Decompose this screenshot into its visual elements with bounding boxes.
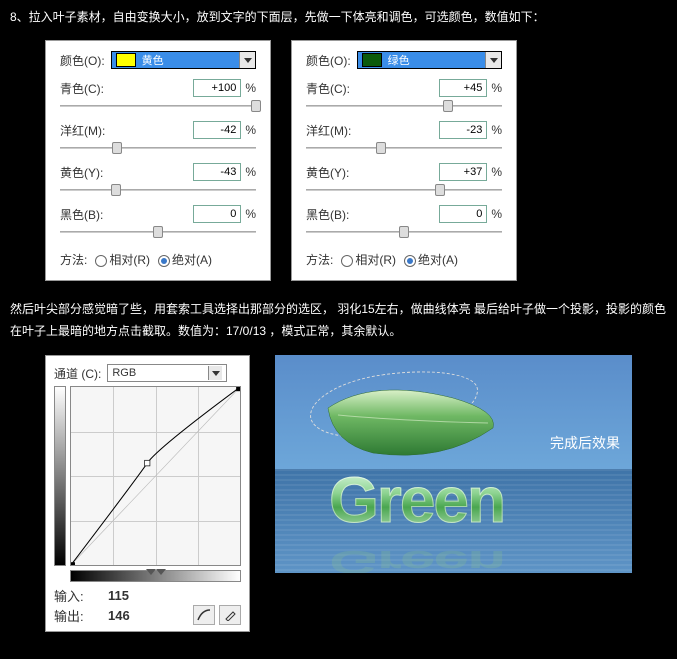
percent-label: % bbox=[245, 123, 256, 137]
leaf-icon bbox=[323, 383, 503, 463]
step-text: 8、拉入叶子素材，自由变换大小，放到文字的下面层，先做一下体亮和调色，可选颜色，… bbox=[10, 10, 545, 24]
pencil-icon bbox=[224, 609, 236, 621]
black-input[interactable] bbox=[439, 205, 487, 223]
cyan-slider[interactable] bbox=[60, 99, 256, 113]
curve-line-icon bbox=[71, 387, 240, 565]
percent-label: % bbox=[245, 207, 256, 221]
percent-label: % bbox=[245, 165, 256, 179]
black-slider[interactable] bbox=[60, 225, 256, 239]
channel-dropdown[interactable]: RGB bbox=[107, 364, 227, 382]
swatch-icon bbox=[362, 53, 382, 67]
relative-radio[interactable]: 相对(R) bbox=[95, 251, 150, 268]
percent-label: % bbox=[245, 81, 256, 95]
channel-label: 通道 (C): bbox=[54, 365, 101, 382]
magenta-slider[interactable] bbox=[306, 141, 502, 155]
yellow-label: 黄色(Y): bbox=[60, 164, 103, 181]
cyan-input[interactable] bbox=[439, 79, 487, 97]
pencil-tool-button[interactable] bbox=[219, 605, 241, 625]
percent-label: % bbox=[491, 165, 502, 179]
chevron-down-icon[interactable] bbox=[485, 52, 501, 68]
yellow-input[interactable] bbox=[439, 163, 487, 181]
cyan-label: 青色(C): bbox=[306, 80, 350, 97]
black-label: 黑色(B): bbox=[306, 206, 349, 223]
output-gradient-strip bbox=[54, 386, 66, 566]
color-label: 颜色(O): bbox=[60, 52, 105, 69]
selective-color-panels: 颜色(O): 黄色 青色(C): % 洋红(M): % bbox=[0, 35, 677, 291]
magenta-input[interactable] bbox=[439, 121, 487, 139]
yellow-label: 黄色(Y): bbox=[306, 164, 349, 181]
text-reflection: Green bbox=[329, 544, 504, 574]
chevron-down-icon[interactable] bbox=[239, 52, 255, 68]
channel-value: RGB bbox=[112, 367, 136, 379]
swatch-icon bbox=[116, 53, 136, 67]
color-name: 黄色 bbox=[140, 52, 239, 68]
output-label: 输出: bbox=[54, 606, 102, 625]
curve-tool-button[interactable] bbox=[193, 605, 215, 625]
curves-grid[interactable] bbox=[70, 386, 241, 566]
method-label: 方法: bbox=[60, 251, 87, 268]
cyan-slider[interactable] bbox=[306, 99, 502, 113]
magenta-label: 洋红(M): bbox=[306, 122, 351, 139]
black-input[interactable] bbox=[193, 205, 241, 223]
magenta-label: 洋红(M): bbox=[60, 122, 105, 139]
percent-label: % bbox=[491, 123, 502, 137]
black-slider[interactable] bbox=[306, 225, 502, 239]
result-caption: 完成后效果 bbox=[550, 433, 620, 453]
yellow-slider[interactable] bbox=[306, 183, 502, 197]
selective-color-panel-yellow: 颜色(O): 黄色 青色(C): % 洋红(M): % bbox=[45, 40, 271, 281]
color-label: 颜色(O): bbox=[306, 52, 351, 69]
green-text-effect: Green bbox=[329, 463, 504, 537]
magenta-input[interactable] bbox=[193, 121, 241, 139]
black-label: 黑色(B): bbox=[60, 206, 103, 223]
midpoint-handle-icon[interactable] bbox=[146, 569, 166, 575]
input-label: 输入: bbox=[54, 586, 102, 605]
result-preview: Green Green 完成后效果 bbox=[275, 355, 632, 573]
percent-label: % bbox=[491, 207, 502, 221]
absolute-radio[interactable]: 绝对(A) bbox=[404, 251, 458, 268]
step-description: 8、拉入叶子素材，自由变换大小，放到文字的下面层，先做一下体亮和调色，可选颜色，… bbox=[0, 0, 677, 35]
percent-label: % bbox=[491, 81, 502, 95]
cyan-input[interactable] bbox=[193, 79, 241, 97]
curve-icon bbox=[197, 609, 211, 621]
yellow-input[interactable] bbox=[193, 163, 241, 181]
curves-panel: 通道 (C): RGB bbox=[45, 355, 250, 632]
yellow-slider[interactable] bbox=[60, 183, 256, 197]
color-dropdown[interactable]: 绿色 bbox=[357, 51, 502, 69]
output-value: 146 bbox=[108, 608, 130, 623]
method-label: 方法: bbox=[306, 251, 333, 268]
selective-color-panel-green: 颜色(O): 绿色 青色(C): % 洋红(M): % bbox=[291, 40, 517, 281]
notes-paragraph: 然后叶尖部分感觉暗了些，用套索工具选择出那部分的选区， 羽化15左右，做曲线体亮… bbox=[0, 291, 677, 350]
absolute-radio[interactable]: 绝对(A) bbox=[158, 251, 212, 268]
cyan-label: 青色(C): bbox=[60, 80, 104, 97]
bottom-content: 通道 (C): RGB bbox=[0, 350, 677, 642]
input-value: 115 bbox=[108, 588, 129, 603]
color-name: 绿色 bbox=[386, 52, 485, 68]
input-gradient-strip bbox=[70, 570, 241, 582]
magenta-slider[interactable] bbox=[60, 141, 256, 155]
relative-radio[interactable]: 相对(R) bbox=[341, 251, 396, 268]
color-dropdown[interactable]: 黄色 bbox=[111, 51, 256, 69]
chevron-down-icon[interactable] bbox=[208, 366, 222, 380]
